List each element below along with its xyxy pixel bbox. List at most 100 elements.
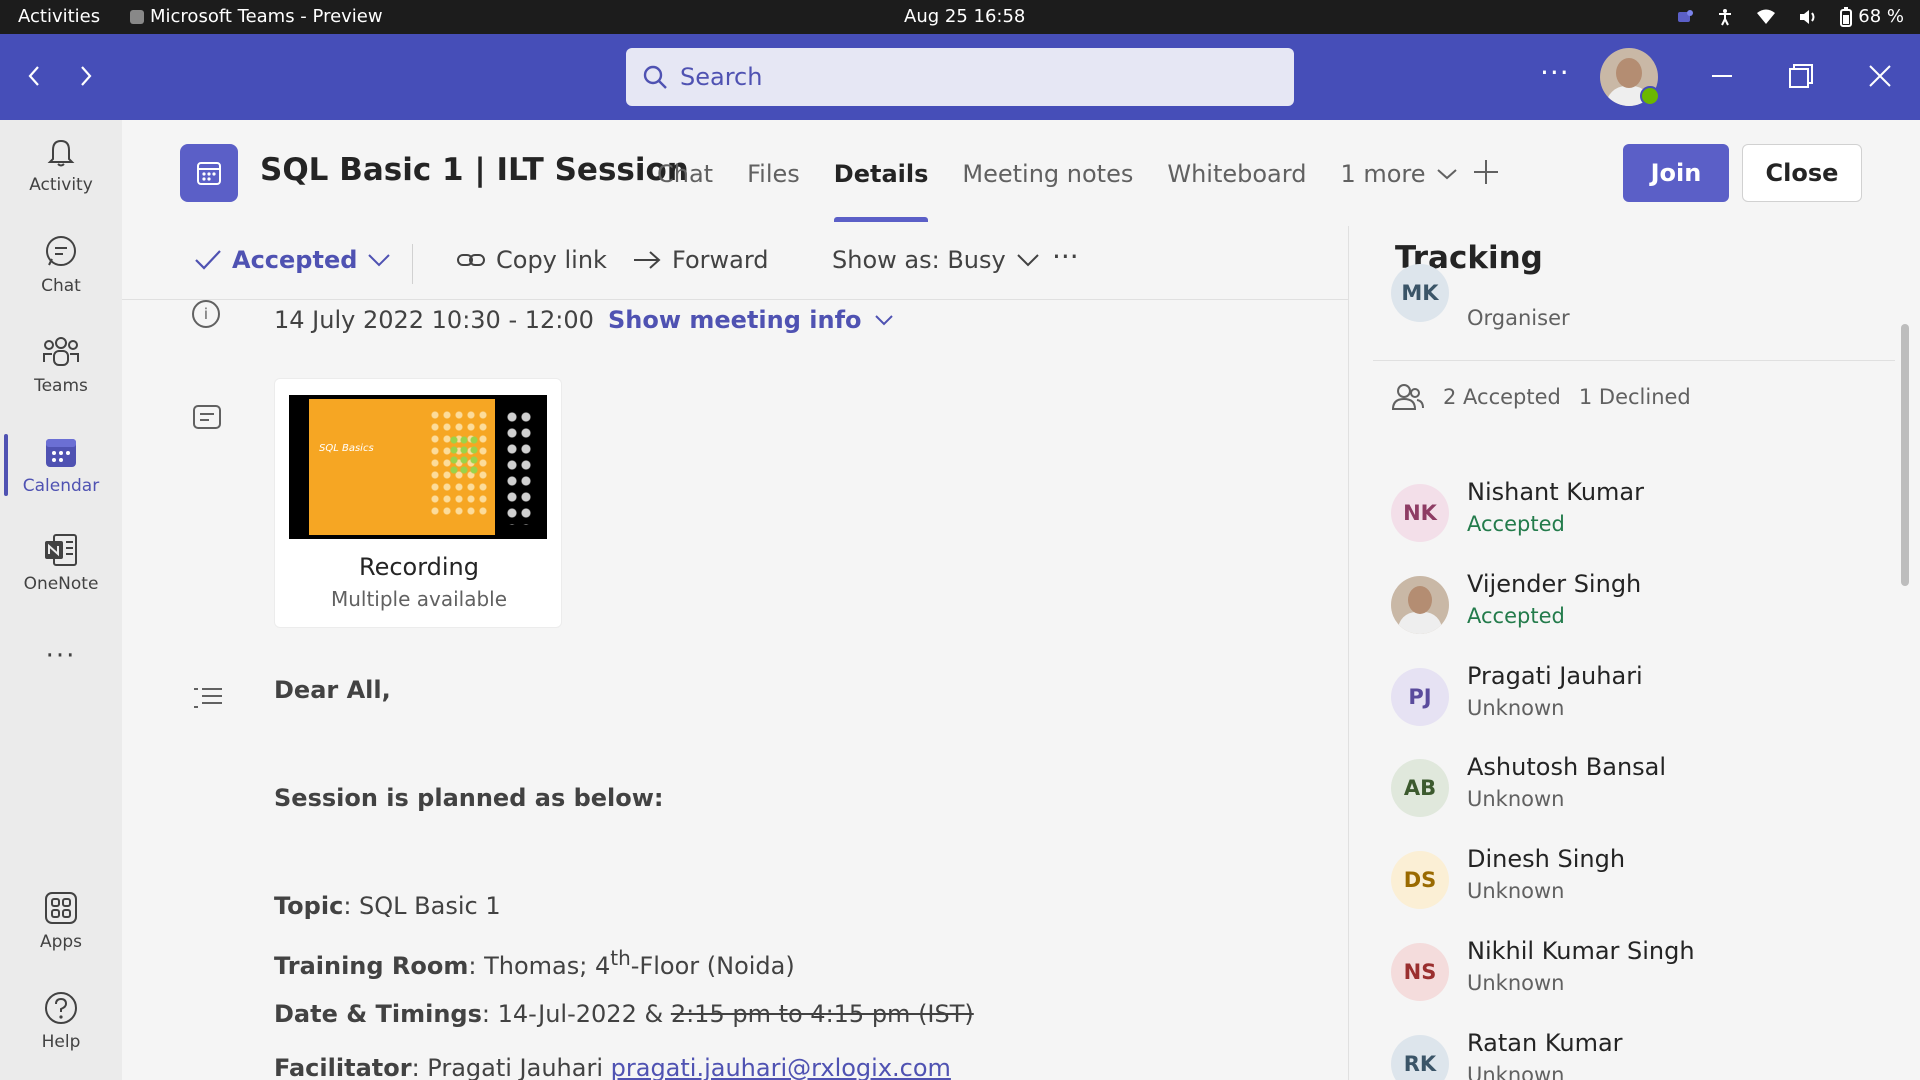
- forward-label: Forward: [672, 246, 769, 274]
- chevron-down-icon: [1016, 254, 1039, 267]
- facilitator-email-link[interactable]: pragati.jauhari@rxlogix.com: [611, 1054, 951, 1080]
- close-button[interactable]: Close: [1742, 144, 1862, 202]
- participant-strip: [505, 409, 533, 525]
- accessibility-icon[interactable]: [1716, 8, 1734, 26]
- divider: [1373, 360, 1895, 361]
- tab-chat[interactable]: Chat: [657, 160, 713, 188]
- meeting-info-row: i 14 July 2022 10:30 - 12:00 Show meetin…: [122, 300, 1348, 350]
- join-button[interactable]: Join: [1623, 144, 1729, 202]
- more-apps-button[interactable]: ···: [0, 626, 122, 686]
- tab-details[interactable]: Details: [833, 160, 928, 222]
- avatar: RK: [1391, 1035, 1449, 1080]
- app-name-label: Microsoft Teams - Preview: [150, 6, 383, 27]
- more-options-button[interactable]: ···: [1052, 240, 1079, 273]
- tab-more[interactable]: 1 more: [1340, 160, 1457, 188]
- presence-available-icon: [1640, 86, 1660, 106]
- teams-icon: [43, 337, 79, 366]
- intro-text: Session is planned as below:: [274, 784, 664, 812]
- attendee-row[interactable]: NS Nikhil Kumar Singh Unknown: [1349, 937, 1889, 1017]
- greeting: Dear All,: [274, 676, 391, 704]
- attendee-status: Accepted: [1467, 512, 1565, 536]
- clock[interactable]: Aug 25 16:58: [904, 6, 1025, 27]
- attendee-status: Unknown: [1467, 696, 1565, 720]
- settings-more-button[interactable]: ···: [1540, 56, 1570, 89]
- info-icon: i: [192, 300, 220, 328]
- battery-level: 68 %: [1858, 6, 1904, 27]
- system-tray[interactable]: 68 %: [1676, 6, 1904, 27]
- description-icon: [194, 688, 222, 708]
- attendee-row[interactable]: RK Ratan Kumar Unknown: [1349, 1029, 1889, 1080]
- attendee-row[interactable]: AB Ashutosh Bansal Unknown: [1349, 753, 1889, 833]
- tab-meeting-notes[interactable]: Meeting notes: [962, 160, 1133, 188]
- attendee-name: Nikhil Kumar Singh: [1467, 937, 1695, 965]
- minimize-button[interactable]: [1704, 58, 1740, 94]
- search-box[interactable]: [626, 48, 1294, 106]
- notes-icon: [193, 405, 221, 429]
- recording-slide-preview: SQL Basics: [309, 399, 495, 535]
- tracking-panel: Tracking MK Organiser 2 Accepted 1 Decli…: [1349, 226, 1920, 1080]
- attendee-row[interactable]: PJ Pragati Jauhari Unknown: [1349, 662, 1889, 742]
- attendee-status: Unknown: [1467, 1063, 1565, 1080]
- avatar: MK: [1391, 264, 1449, 322]
- wifi-icon[interactable]: [1756, 8, 1776, 26]
- chat-icon: [46, 236, 76, 266]
- avatar-face: [1616, 58, 1642, 88]
- apps-icon: [45, 892, 77, 924]
- training-room-line: Training Room: Thomas; 4th-Floor (Noida): [274, 946, 795, 980]
- teams-tray-icon[interactable]: [1676, 8, 1694, 26]
- tab-files[interactable]: Files: [747, 160, 800, 188]
- tracking-scrollbar[interactable]: [1901, 324, 1909, 586]
- organiser-row[interactable]: MK Organiser: [1349, 264, 1920, 356]
- calendar-icon: [197, 162, 221, 185]
- rsvp-dropdown[interactable]: Accepted: [194, 246, 391, 274]
- rail-item-apps[interactable]: Apps: [0, 876, 122, 966]
- show-as-dropdown[interactable]: Show as: Busy: [832, 246, 1040, 274]
- volume-icon[interactable]: [1798, 8, 1818, 26]
- show-meeting-info-link[interactable]: Show meeting info: [608, 306, 894, 334]
- activities-button[interactable]: Activities: [18, 6, 100, 27]
- chevron-left-icon: [28, 66, 39, 86]
- close-window-button[interactable]: [1862, 58, 1898, 94]
- attendee-row[interactable]: DS Dinesh Singh Unknown: [1349, 845, 1889, 925]
- rail-item-chat[interactable]: Chat: [0, 220, 122, 310]
- rail-item-teams[interactable]: Teams: [0, 320, 122, 410]
- rail-item-label: Calendar: [22, 476, 100, 496]
- copy-link-button[interactable]: Copy link: [456, 246, 607, 274]
- forward-button[interactable]: Forward: [632, 246, 769, 274]
- rsvp-toolbar: Accepted Copy link Forward Show as: Busy…: [122, 226, 1348, 300]
- recording-card[interactable]: SQL Basics Recording Multiple available: [274, 378, 562, 628]
- rail-item-calendar[interactable]: Calendar: [0, 420, 122, 510]
- rsvp-label: Accepted: [232, 246, 358, 274]
- rsvp-summary: 2 Accepted 1 Declined: [1391, 382, 1691, 412]
- rail-item-label: Apps: [39, 932, 83, 952]
- avatar: AB: [1391, 759, 1449, 817]
- rail-item-activity[interactable]: Activity: [0, 120, 122, 210]
- battery-indicator[interactable]: 68 %: [1840, 6, 1904, 27]
- recording-thumbnail: SQL Basics: [289, 395, 547, 539]
- accepted-count: 2 Accepted: [1443, 385, 1561, 409]
- search-icon: [643, 65, 667, 89]
- search-input[interactable]: [680, 63, 1240, 91]
- help-icon: [45, 992, 77, 1024]
- chevron-down-icon: [368, 254, 391, 267]
- bell-icon: [47, 139, 75, 167]
- forward-nav-button[interactable]: [68, 58, 104, 94]
- rail-item-help[interactable]: Help: [0, 976, 122, 1066]
- show-as-label: Show as: Busy: [832, 246, 1006, 274]
- add-tab-button[interactable]: [1472, 158, 1500, 194]
- meeting-details: Accepted Copy link Forward Show as: Busy…: [122, 226, 1348, 1080]
- rail-item-label: Chat: [41, 276, 81, 296]
- rail-item-label: Help: [41, 1032, 81, 1052]
- facilitator-line: Facilitator: Pragati Jauhari pragati.jau…: [274, 1054, 951, 1080]
- attendee-row[interactable]: NK Nishant Kumar Accepted: [1349, 478, 1889, 558]
- tab-whiteboard[interactable]: Whiteboard: [1167, 160, 1306, 188]
- back-button[interactable]: [16, 58, 52, 94]
- meeting-tabs: Chat Files Details Meeting notes Whitebo…: [657, 160, 1492, 222]
- show-meeting-info-label: Show meeting info: [608, 306, 862, 334]
- battery-icon: [1840, 6, 1853, 27]
- rail-item-onenote[interactable]: OneNote: [0, 518, 122, 608]
- app-menu[interactable]: Microsoft Teams - Preview: [130, 6, 383, 27]
- maximize-button[interactable]: [1783, 58, 1819, 94]
- attendee-row[interactable]: Vijender Singh Accepted: [1349, 570, 1889, 650]
- avatar-photo: [1391, 576, 1449, 634]
